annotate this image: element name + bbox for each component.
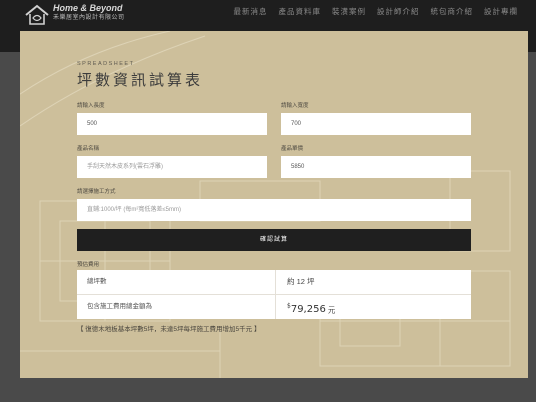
confirm-calculate-button[interactable]: 確認試算 <box>77 229 471 251</box>
unit-price-label: 產品單價 <box>281 146 304 152</box>
total-cost-label: 包含施工費用總金額為 <box>87 303 152 310</box>
nav-item-designers[interactable]: 設計師介紹 <box>377 6 420 17</box>
length-label: 請輸入長度 <box>77 103 105 109</box>
nav-item-contractors[interactable]: 統包商介紹 <box>431 6 474 17</box>
width-label: 請輸入寬度 <box>281 103 309 109</box>
construction-method-select[interactable]: 直鋪:1000/坪 (每m²寬低落差≤5mm) <box>77 199 471 221</box>
total-cost-value: 79,256 <box>290 304 326 316</box>
length-input[interactable]: 500 <box>77 113 267 135</box>
spreadsheet-panel: SPREADSHEET 坪數資訊試算表 請輸入長度 500 請輸入寬度 700 … <box>20 31 528 378</box>
site-logo[interactable]: Home & Beyond 禾樂居室內設計有限公司 <box>24 3 125 26</box>
nav-item-products[interactable]: 產品資料庫 <box>279 6 322 17</box>
product-name-label: 產品名稱 <box>77 146 100 152</box>
logo-title: Home & Beyond <box>53 3 123 13</box>
estimate-label: 預估費用 <box>77 262 100 268</box>
house-logo-icon <box>25 4 49 25</box>
unit-price-input[interactable]: 5850 <box>281 156 471 178</box>
nav-item-cases[interactable]: 裝潢案例 <box>332 6 366 17</box>
nav-item-news[interactable]: 最新消息 <box>234 6 268 17</box>
result-table: 總坪數 約 12 坪 包含施工費用總金額為 $79,256 元 <box>77 270 471 319</box>
construction-method-label: 請選擇施工方式 <box>77 189 116 195</box>
form-title: 坪數資訊試算表 <box>77 71 204 89</box>
total-area-label: 總坪數 <box>87 278 107 285</box>
form-eyebrow: SPREADSHEET <box>77 61 135 67</box>
nav-item-columns[interactable]: 設計專欄 <box>484 6 518 17</box>
minimum-area-note: 【 復德木地板基本坪數5坪，未達5坪每坪施工費用增加5千元 】 <box>77 326 261 333</box>
main-nav: 最新消息 產品資料庫 裝潢案例 設計師介紹 統包商介紹 設計專欄 <box>223 6 519 17</box>
product-name-input[interactable]: 手刮天然木皮系列(雲石浮雕) <box>77 156 267 178</box>
table-row: 包含施工費用總金額為 $79,256 元 <box>77 295 471 319</box>
logo-subtitle: 禾樂居室內設計有限公司 <box>53 15 125 21</box>
table-row: 總坪數 約 12 坪 <box>77 270 471 295</box>
total-cost-cell: $79,256 元 <box>287 295 335 322</box>
width-input[interactable]: 700 <box>281 113 471 135</box>
total-area-value: 約 12 坪 <box>287 277 315 286</box>
total-cost-unit: 元 <box>327 305 336 315</box>
